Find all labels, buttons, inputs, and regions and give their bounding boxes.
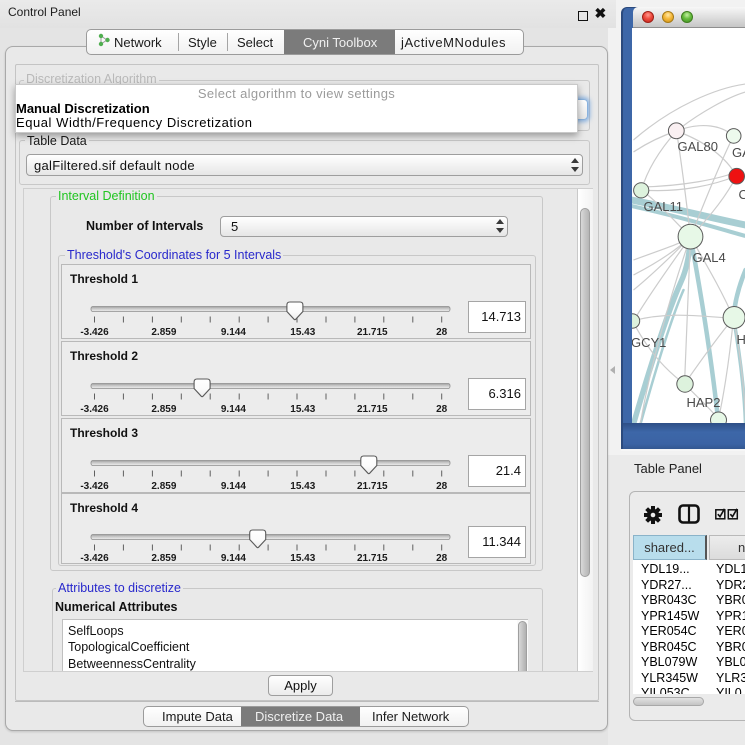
svg-text:28: 28 <box>436 327 448 338</box>
svg-text:21.715: 21.715 <box>357 481 388 492</box>
svg-text:15.43: 15.43 <box>290 553 315 564</box>
svg-text:28: 28 <box>436 481 448 492</box>
svg-text:28: 28 <box>436 404 448 415</box>
svg-text:15.43: 15.43 <box>290 327 315 338</box>
svg-text:C: C <box>738 187 745 202</box>
svg-text:15.43: 15.43 <box>290 404 315 415</box>
svg-text:2.859: 2.859 <box>151 553 176 564</box>
svg-text:9.144: 9.144 <box>221 404 246 415</box>
svg-text:2.859: 2.859 <box>151 327 176 338</box>
svg-text:GCY1: GCY1 <box>632 335 666 350</box>
svg-text:9.144: 9.144 <box>221 327 246 338</box>
svg-text:9.144: 9.144 <box>221 553 246 564</box>
svg-text:2.859: 2.859 <box>151 404 176 415</box>
svg-text:-3.426: -3.426 <box>80 404 109 415</box>
svg-text:GA: GA <box>732 145 745 160</box>
svg-text:HAP2: HAP2 <box>686 395 720 410</box>
svg-text:15.43: 15.43 <box>290 481 315 492</box>
svg-text:21.715: 21.715 <box>357 553 388 564</box>
svg-text:-3.426: -3.426 <box>80 327 109 338</box>
svg-text:GAL80: GAL80 <box>677 139 717 154</box>
svg-text:-3.426: -3.426 <box>80 553 109 564</box>
svg-text:GAL4: GAL4 <box>692 250 725 265</box>
svg-text:9.144: 9.144 <box>221 481 246 492</box>
svg-text:2.859: 2.859 <box>151 481 176 492</box>
svg-text:-3.426: -3.426 <box>80 481 109 492</box>
svg-text:28: 28 <box>436 553 448 564</box>
svg-text:GAL11: GAL11 <box>643 199 683 214</box>
svg-text:H: H <box>736 332 745 347</box>
svg-text:21.715: 21.715 <box>357 404 388 415</box>
svg-text:21.715: 21.715 <box>357 327 388 338</box>
